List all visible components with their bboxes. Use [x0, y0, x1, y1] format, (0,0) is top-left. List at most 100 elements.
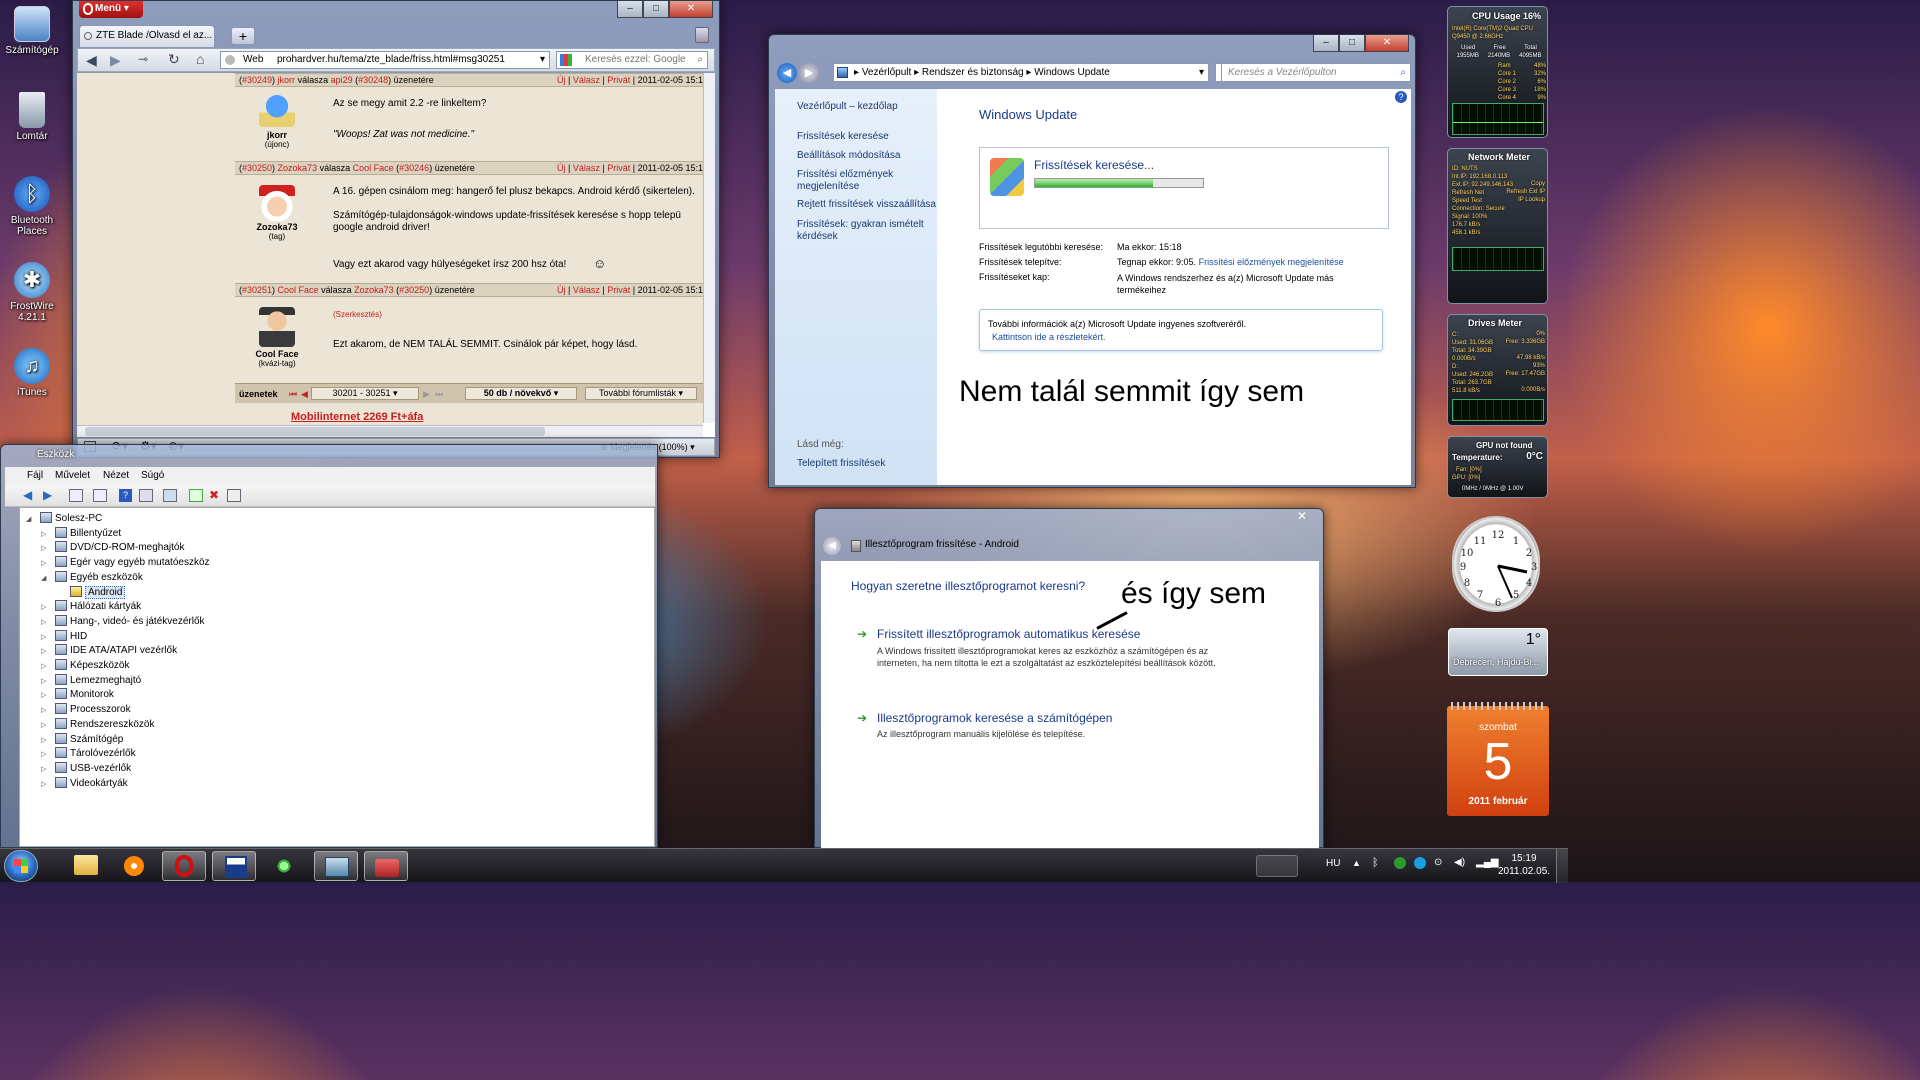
- show-desktop-button[interactable]: [1556, 849, 1568, 883]
- breadcrumb-item[interactable]: Vezérlőpult: [862, 67, 911, 78]
- show-hidden-icons[interactable]: ▲: [1352, 858, 1361, 868]
- clock-gadget[interactable]: 12 3 6 9 12 45 7 8 10 11: [1452, 516, 1540, 612]
- search-box[interactable]: Keresés a Vezérlőpulton ⌕: [1221, 63, 1411, 82]
- desktop-icon-frostwire[interactable]: ✱ FrostWire 4.21.1: [2, 262, 62, 323]
- tree-item[interactable]: ▷ Tárolóvezérlők: [41, 747, 136, 761]
- post-reply-num-link[interactable]: #30248: [358, 75, 388, 85]
- chevron-down-icon[interactable]: ▾: [1199, 64, 1204, 81]
- expander-icon[interactable]: ▷: [41, 618, 55, 626]
- minimize-button[interactable]: –: [1313, 35, 1339, 52]
- desktop-icon-computer[interactable]: Számítógép: [2, 6, 62, 56]
- taskbar-floppy[interactable]: [212, 851, 256, 881]
- tree-item[interactable]: ▷ DVD/CD-ROM-meghajtók: [41, 541, 184, 555]
- tree-item[interactable]: ◢ Egyéb eszközök: [41, 570, 143, 585]
- forward-icon[interactable]: ▶: [110, 52, 121, 69]
- expander-icon[interactable]: ▷: [41, 530, 55, 538]
- installed-updates-link[interactable]: Telepített frissítések: [797, 458, 885, 469]
- post-number-link[interactable]: #30249: [242, 75, 272, 85]
- menu-file[interactable]: Fájl: [27, 467, 43, 485]
- chevron-down-icon[interactable]: ▾: [540, 52, 545, 68]
- post-number-link[interactable]: #30251: [242, 285, 272, 295]
- post-reply-num-link[interactable]: #30246: [399, 163, 429, 173]
- expander-icon[interactable]: ▷: [41, 603, 55, 611]
- horizontal-scrollbar[interactable]: [77, 425, 703, 437]
- expander-icon[interactable]: ▷: [41, 736, 55, 744]
- post-reply-to-link[interactable]: api29: [331, 75, 353, 85]
- sidebar-link-check[interactable]: Frissítések keresése: [797, 131, 889, 142]
- private-link[interactable]: Privát: [607, 75, 630, 85]
- tree-item[interactable]: ▷ Videokártyák: [41, 776, 128, 791]
- new-link[interactable]: Új: [557, 163, 566, 173]
- properties-icon[interactable]: [69, 489, 83, 502]
- desktop-icon-bluetooth[interactable]: ᛒ Bluetooth Places: [2, 176, 62, 237]
- net-ip-lookup[interactable]: IP Lookup: [1518, 197, 1545, 203]
- tree-item[interactable]: ▷ Billentyűzet: [41, 526, 121, 541]
- close-button[interactable]: ✕: [1365, 35, 1409, 52]
- tree-item[interactable]: ◢ Solesz-PC: [26, 512, 102, 526]
- post-number-link[interactable]: #30250: [242, 163, 272, 173]
- start-button[interactable]: [4, 850, 38, 882]
- taskbar-media-player[interactable]: [112, 851, 156, 881]
- drives-gadget[interactable]: Drives Meter C: Used: 31.06GB Total: 34.39…: [1447, 314, 1548, 426]
- search-icon[interactable]: ⌕: [1400, 64, 1406, 81]
- expander-icon[interactable]: ▷: [41, 765, 55, 773]
- menu-action[interactable]: Művelet: [55, 467, 90, 485]
- taskbar-opera[interactable]: [162, 851, 206, 881]
- expander-icon[interactable]: ▷: [41, 750, 55, 758]
- scroll-thumb[interactable]: [85, 427, 545, 436]
- next-page-icon[interactable]: ▶: [423, 385, 430, 403]
- home-icon[interactable]: ⌂: [196, 51, 204, 67]
- network-tray-icon[interactable]: [1394, 857, 1406, 869]
- address-bar[interactable]: Web prohardver.hu/tema/zte_blade/friss.h…: [220, 51, 550, 69]
- expander-icon[interactable]: ▷: [41, 647, 55, 655]
- trash-icon[interactable]: [695, 27, 709, 43]
- sidebar-link-faq[interactable]: Frissítések: gyakran ismételt kérdések: [797, 219, 927, 243]
- back-button[interactable]: ◀: [823, 537, 841, 555]
- new-link[interactable]: Új: [557, 285, 566, 295]
- cpu-gadget[interactable]: CPU Usage 16% Intel(R) Core(TM)2 Quad CP…: [1447, 6, 1548, 138]
- expander-icon[interactable]: ▷: [41, 721, 55, 729]
- sidebar-link-settings[interactable]: Beállítások módosítása: [797, 150, 900, 161]
- forward-icon[interactable]: ▶: [43, 488, 52, 502]
- expander-icon[interactable]: ◢: [26, 515, 40, 523]
- breadcrumb-item[interactable]: Windows Update: [1034, 67, 1110, 78]
- uninstall-icon[interactable]: ✖: [209, 488, 219, 502]
- search-field[interactable]: Keresés ezzel: Google ⌕: [556, 51, 708, 69]
- sidebar-home-link[interactable]: Vezérlőpult – kezdőlap: [797, 101, 898, 112]
- desktop-icon-itunes[interactable]: ♫ iTunes: [2, 348, 62, 398]
- expander-icon[interactable]: ▷: [41, 691, 55, 699]
- key-icon[interactable]: ⊸: [138, 52, 148, 66]
- weather-gadget[interactable]: 1° Debrecen, Hajdu-Bi...: [1448, 628, 1548, 676]
- reload-icon[interactable]: ↻: [168, 51, 180, 68]
- tree-item[interactable]: ▷ Egér vagy egyéb mutatóeszköz: [41, 556, 210, 570]
- search-icon[interactable]: ⌕: [697, 52, 703, 68]
- help-icon[interactable]: ?: [119, 489, 132, 502]
- close-button[interactable]: ✕: [669, 1, 713, 18]
- history-link[interactable]: Frissítési előzmények megjelenítése: [1199, 257, 1344, 267]
- reply-link[interactable]: Válasz: [573, 163, 600, 173]
- private-link[interactable]: Privát: [607, 163, 630, 173]
- expander-icon[interactable]: ▷: [41, 780, 55, 788]
- last-page-icon[interactable]: ⏭: [435, 385, 443, 403]
- net-refresh-ext[interactable]: Refresh Ext IP: [1506, 189, 1545, 195]
- auto-search-option[interactable]: ➔ Frissített illesztőprogramok automatik…: [857, 627, 1257, 683]
- notice-link[interactable]: Kattintson ide a részletekért.: [992, 332, 1106, 342]
- range-select[interactable]: 30201 - 30251 ▾: [311, 387, 419, 400]
- sidebar-link-history[interactable]: Frissítési előzmények megjelenítése: [797, 169, 927, 193]
- update-driver-icon[interactable]: [189, 489, 203, 502]
- tree-item[interactable]: ▷ HID: [41, 629, 87, 644]
- console-tree-icon[interactable]: [93, 489, 107, 502]
- tree-item[interactable]: ▷ Monitorok: [41, 688, 114, 702]
- help-icon[interactable]: ?: [1395, 91, 1407, 103]
- close-button[interactable]: ✕: [1289, 509, 1315, 523]
- disable-icon[interactable]: [227, 489, 241, 502]
- tree-item[interactable]: ▷ Hálózati kártyák: [41, 600, 141, 614]
- expander-icon[interactable]: ▷: [41, 544, 55, 552]
- tree-item[interactable]: ▷ USB-vezérlők: [41, 761, 131, 776]
- browser-tab[interactable]: ZTE Blade /Olvasd el az...: [79, 25, 215, 47]
- minimize-button[interactable]: –: [617, 1, 643, 18]
- post-reply-to-link[interactable]: Cool Face: [353, 163, 394, 173]
- more-forums-select[interactable]: További fórumlisták ▾: [585, 387, 697, 400]
- post-author-link[interactable]: Cool Face: [278, 285, 319, 295]
- taskbar-network[interactable]: [262, 851, 306, 881]
